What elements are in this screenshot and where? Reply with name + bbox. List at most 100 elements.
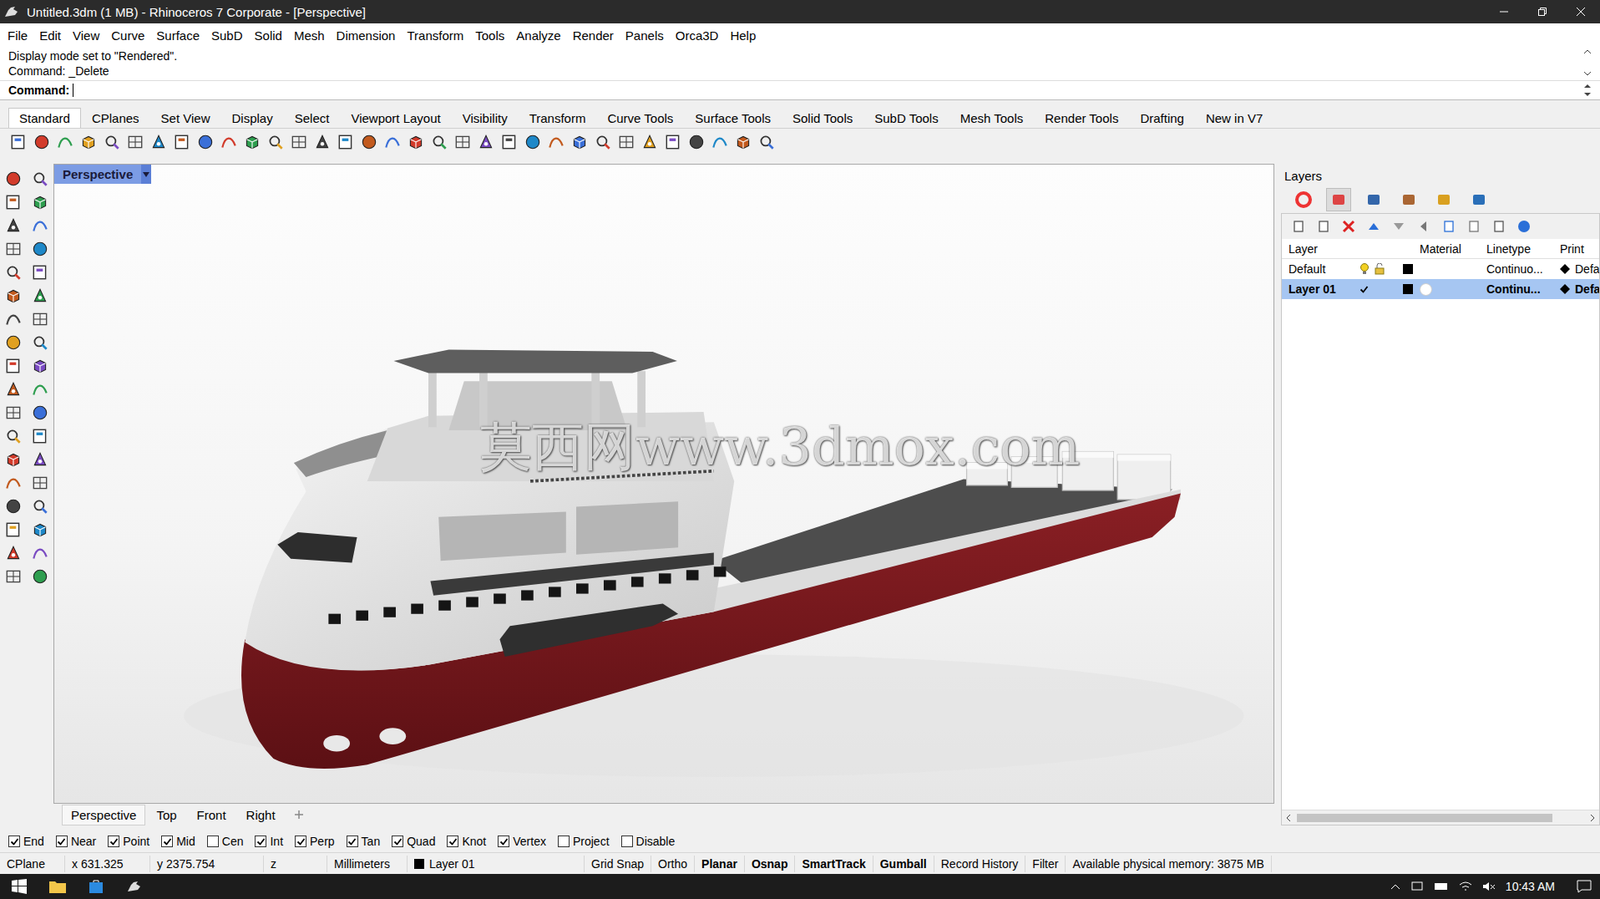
viewport-tab[interactable]: Perspective <box>61 804 146 826</box>
osnap-checkbox[interactable]: Mid <box>161 834 196 848</box>
tool-button[interactable] <box>616 131 637 152</box>
tool-button[interactable] <box>3 566 24 587</box>
layer-tool-button[interactable] <box>1413 216 1434 237</box>
tool-button[interactable] <box>3 332 24 353</box>
viewport-tab[interactable]: Front <box>187 804 236 826</box>
tool-button[interactable] <box>30 332 51 353</box>
column-header[interactable]: Print <box>1553 242 1600 256</box>
rhino-button[interactable] <box>115 873 154 899</box>
scroll-arrows-icon[interactable] <box>1583 48 1592 77</box>
layer-tool-button[interactable] <box>1388 216 1409 237</box>
tool-button[interactable] <box>3 379 24 400</box>
tool-button[interactable] <box>242 131 263 152</box>
tool-button[interactable] <box>101 131 122 152</box>
close-button[interactable] <box>1561 0 1600 24</box>
viewport-tab[interactable]: Top <box>146 804 186 826</box>
tool-button[interactable] <box>288 131 309 152</box>
tool-button[interactable] <box>3 308 24 330</box>
layer-tool-button[interactable] <box>1338 216 1359 237</box>
column-header[interactable]: Layer <box>1281 242 1353 256</box>
tool-button[interactable] <box>78 131 99 152</box>
layer-tool-button[interactable] <box>1488 216 1509 237</box>
toolbar-tab[interactable]: Standard <box>8 107 82 128</box>
minimize-button[interactable] <box>1484 0 1524 24</box>
toolbar-tab[interactable]: Visibility <box>451 107 519 128</box>
layer-color[interactable] <box>1402 263 1413 274</box>
tool-button[interactable] <box>30 262 51 283</box>
osnap-checkbox[interactable]: Point <box>107 834 150 848</box>
tool-button[interactable] <box>3 355 24 376</box>
tool-button[interactable] <box>546 131 567 152</box>
tool-button[interactable] <box>709 131 730 152</box>
cplane[interactable]: CPlane <box>0 855 66 872</box>
add-viewport-icon[interactable] <box>293 808 305 821</box>
tool-button[interactable] <box>172 131 193 152</box>
store-button[interactable] <box>76 873 116 899</box>
tool-button[interactable] <box>3 449 24 470</box>
menu-item[interactable]: Orca3D <box>669 28 725 43</box>
status-toggle[interactable]: Ortho <box>651 855 695 872</box>
tool-button[interactable] <box>359 131 380 152</box>
tool-button[interactable] <box>382 131 403 152</box>
tool-button[interactable] <box>569 131 590 152</box>
device-icon[interactable] <box>1410 880 1424 892</box>
status-toggle[interactable]: Gumball <box>873 855 935 872</box>
start-button[interactable] <box>0 873 39 899</box>
toolbar-tab[interactable]: Curve Tools <box>596 107 684 128</box>
tool-button[interactable] <box>3 472 24 493</box>
spin-arrows-icon[interactable] <box>1583 82 1592 98</box>
osnap-checkbox[interactable]: Quad <box>391 834 436 848</box>
tool-button[interactable] <box>686 131 707 152</box>
panel-tab[interactable] <box>1326 187 1352 212</box>
tool-button[interactable] <box>30 308 51 330</box>
scroll-thumb[interactable] <box>1296 813 1553 822</box>
panel-tab[interactable] <box>1396 187 1422 212</box>
menu-item[interactable]: Mesh <box>288 28 331 43</box>
layer-tool-button[interactable] <box>1513 216 1535 237</box>
tool-button[interactable] <box>429 131 450 152</box>
tool-button[interactable] <box>3 262 24 283</box>
tool-button[interactable] <box>592 131 613 152</box>
osnap-checkbox[interactable]: Vertex <box>497 834 547 848</box>
layer-tool-button[interactable] <box>1463 216 1484 237</box>
tool-button[interactable] <box>3 496 24 517</box>
menu-item[interactable]: Tools <box>469 28 511 43</box>
horizontal-scrollbar[interactable] <box>1281 809 1600 825</box>
mute-icon[interactable] <box>1482 880 1496 892</box>
layer-row[interactable]: Layer 01Continu...Defa <box>1281 278 1600 299</box>
status-toggle[interactable]: Filter <box>1025 855 1066 872</box>
tool-button[interactable] <box>335 131 356 152</box>
menu-item[interactable]: Curve <box>105 28 151 43</box>
tool-button[interactable] <box>30 425 51 446</box>
tool-button[interactable] <box>756 131 777 152</box>
layer-tool-button[interactable] <box>1363 216 1384 237</box>
tool-button[interactable] <box>3 168 24 189</box>
clock[interactable]: 10:43 AM <box>1505 879 1555 893</box>
tool-button[interactable] <box>30 449 51 470</box>
osnap-checkbox[interactable]: End <box>8 834 45 848</box>
toolbar-tab[interactable]: Display <box>221 107 284 128</box>
toolbar-tab[interactable]: CPlanes <box>81 107 151 128</box>
lightbulb-icon[interactable] <box>1359 263 1370 275</box>
menu-item[interactable]: Render <box>567 28 620 43</box>
tool-button[interactable] <box>475 131 497 152</box>
menu-item[interactable]: SubD <box>205 28 249 43</box>
tool-button[interactable] <box>3 542 24 563</box>
osnap-checkbox[interactable]: Cen <box>207 834 244 848</box>
column-header[interactable]: Linetype <box>1479 242 1554 256</box>
tool-button[interactable] <box>30 192 51 213</box>
menu-item[interactable]: Dimension <box>330 28 402 43</box>
tool-button[interactable] <box>3 285 24 306</box>
tool-button[interactable] <box>405 131 426 152</box>
tool-button[interactable] <box>3 519 24 540</box>
toolbar-tab[interactable]: New in V7 <box>1194 107 1274 128</box>
tool-button[interactable] <box>125 131 146 152</box>
menu-item[interactable]: Transform <box>400 28 470 43</box>
menu-item[interactable]: View <box>66 28 106 43</box>
status-toggle[interactable]: Osnap <box>744 855 796 872</box>
menu-item[interactable]: Edit <box>33 28 67 43</box>
column-header[interactable]: Material <box>1412 242 1480 256</box>
panel-tab[interactable] <box>1361 187 1387 212</box>
osnap-checkbox[interactable]: Disable <box>621 834 676 848</box>
panel-tab[interactable] <box>1466 187 1492 212</box>
